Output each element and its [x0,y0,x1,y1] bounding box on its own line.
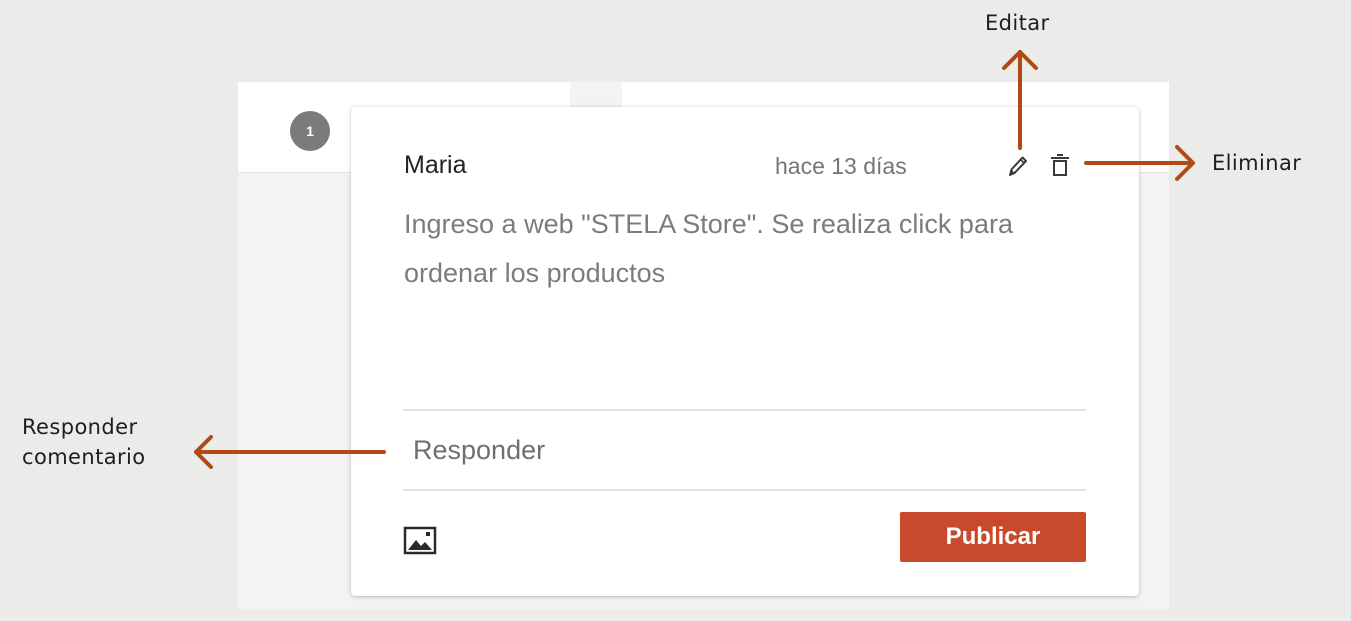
delete-arrow [1084,145,1195,181]
edit-arrow [1002,50,1038,150]
annotation-arrows [194,50,1195,469]
reply-arrow [194,435,386,469]
